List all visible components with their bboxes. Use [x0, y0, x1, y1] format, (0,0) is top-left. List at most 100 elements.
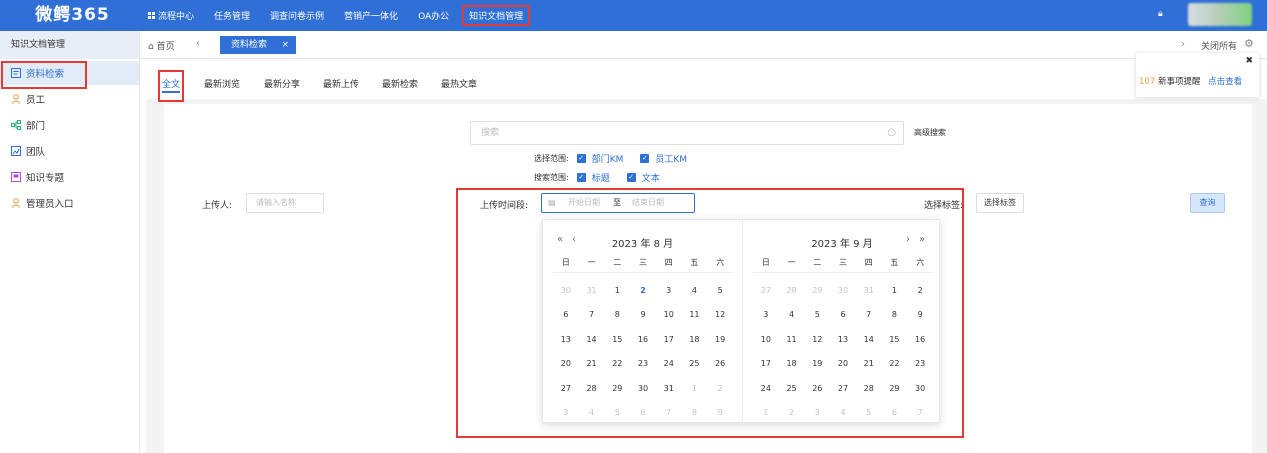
home-tab[interactable]: ⌂ 首页: [148, 39, 175, 52]
calendar-day[interactable]: 25: [682, 359, 708, 368]
calendar-day[interactable]: 28: [856, 384, 882, 393]
calendar-day[interactable]: 5: [604, 408, 630, 417]
calendar-day[interactable]: 23: [907, 359, 933, 368]
calendar-day[interactable]: 17: [753, 359, 779, 368]
lock-icon[interactable]: 🔒︎: [1158, 9, 1163, 19]
calendar-day[interactable]: 20: [830, 359, 856, 368]
calendar-day[interactable]: 19: [707, 335, 733, 344]
calendar-day[interactable]: 20: [553, 359, 579, 368]
close-icon[interactable]: ×: [281, 36, 289, 54]
calendar-day[interactable]: 10: [753, 335, 779, 344]
calendar-day[interactable]: 3: [656, 286, 682, 295]
calendar-day[interactable]: 30: [553, 286, 579, 295]
calendar-day[interactable]: 31: [579, 286, 605, 295]
search-input[interactable]: 搜索 ○: [470, 121, 904, 145]
calendar-day[interactable]: 1: [753, 408, 779, 417]
calendar-day[interactable]: 6: [882, 408, 908, 417]
tab-recent-shared[interactable]: 最新分享: [264, 77, 300, 90]
advanced-search-link[interactable]: 高级搜索: [914, 127, 946, 138]
nav-survey[interactable]: 调查问卷示例: [270, 9, 324, 22]
calendar-day[interactable]: 3: [804, 408, 830, 417]
calendar-day[interactable]: 31: [656, 384, 682, 393]
nav-marketing[interactable]: 营销产一体化: [344, 9, 398, 22]
calendar-day[interactable]: 7: [656, 408, 682, 417]
calendar-day[interactable]: 29: [604, 384, 630, 393]
calendar-day[interactable]: 7: [907, 408, 933, 417]
calendar-day[interactable]: 24: [656, 359, 682, 368]
sidebar-item-team[interactable]: 团队: [0, 139, 139, 163]
calendar-day[interactable]: 3: [553, 408, 579, 417]
calendar-day[interactable]: 1: [682, 384, 708, 393]
calendar-day[interactable]: 14: [579, 335, 605, 344]
calendar-day[interactable]: 28: [779, 286, 805, 295]
calendar-day[interactable]: 14: [856, 335, 882, 344]
calendar-day[interactable]: 7: [856, 310, 882, 319]
calendar-day[interactable]: 23: [630, 359, 656, 368]
calendar-day[interactable]: 12: [707, 310, 733, 319]
calendar-day[interactable]: 5: [856, 408, 882, 417]
tab-recent-viewed[interactable]: 最新浏览: [204, 77, 240, 90]
calendar-day[interactable]: 27: [553, 384, 579, 393]
nav-oa[interactable]: OA办公: [418, 9, 449, 22]
calendar-day[interactable]: 4: [830, 408, 856, 417]
gear-icon[interactable]: ⚙: [1244, 37, 1254, 50]
nav-knowledge[interactable]: 知识文档管理: [462, 5, 531, 26]
nav-workflow[interactable]: 流程中心: [148, 9, 194, 22]
calendar-day[interactable]: 31: [856, 286, 882, 295]
calendar-day[interactable]: 2: [779, 408, 805, 417]
checkbox-text[interactable]: ✓ 文本: [626, 171, 660, 184]
calendar-day[interactable]: 15: [604, 335, 630, 344]
calendar-day[interactable]: 4: [579, 408, 605, 417]
checkbox-title[interactable]: ✓ 标题: [576, 171, 610, 184]
avatar[interactable]: [1188, 3, 1252, 26]
calendar-day[interactable]: 5: [804, 310, 830, 319]
calendar-day[interactable]: 5: [707, 286, 733, 295]
calendar-day[interactable]: 4: [779, 310, 805, 319]
calendar-day[interactable]: 28: [579, 384, 605, 393]
calendar-day[interactable]: 29: [882, 384, 908, 393]
calendar-day[interactable]: 22: [882, 359, 908, 368]
calendar-day[interactable]: 1: [882, 286, 908, 295]
nav-tasks[interactable]: 任务管理: [214, 9, 250, 22]
calendar-day[interactable]: 2: [907, 286, 933, 295]
calendar-day[interactable]: 25: [779, 384, 805, 393]
calendar-day[interactable]: 9: [707, 408, 733, 417]
calendar-day[interactable]: 30: [907, 384, 933, 393]
calendar-day[interactable]: 17: [656, 335, 682, 344]
calendar-day[interactable]: 6: [553, 310, 579, 319]
sidebar-item-staff[interactable]: 员工: [0, 87, 139, 111]
calendar-day[interactable]: 13: [830, 335, 856, 344]
calendar-day[interactable]: 18: [682, 335, 708, 344]
calendar-day[interactable]: 11: [682, 310, 708, 319]
app-brand[interactable]: 微鳄365: [0, 0, 145, 31]
calendar-day[interactable]: 24: [753, 384, 779, 393]
uploader-input[interactable]: 请输入名称: [246, 193, 324, 213]
calendar-day[interactable]: 26: [804, 384, 830, 393]
calendar-day[interactable]: 19: [804, 359, 830, 368]
calendar-day[interactable]: 3: [753, 310, 779, 319]
tab-current[interactable]: 资料检索 ×: [220, 36, 296, 54]
search-icon[interactable]: ○: [887, 122, 896, 144]
calendar-day[interactable]: 2: [707, 384, 733, 393]
calendar-day[interactable]: 30: [630, 384, 656, 393]
query-button[interactable]: 查询: [1190, 193, 1225, 213]
tab-hot-articles[interactable]: 最热文章: [441, 77, 477, 90]
calendar-day[interactable]: 9: [907, 310, 933, 319]
checkbox-dept-km[interactable]: ✓ 部门KM: [576, 152, 623, 165]
sidebar-item-topic[interactable]: 知识专题: [0, 165, 139, 189]
calendar-day[interactable]: 29: [804, 286, 830, 295]
tab-recent-uploaded[interactable]: 最新上传: [323, 77, 359, 90]
calendar-day[interactable]: 16: [630, 335, 656, 344]
calendar-day[interactable]: 27: [830, 384, 856, 393]
close-all-button[interactable]: 关闭所有: [1201, 39, 1237, 52]
sidebar-item-department[interactable]: 部门: [0, 113, 139, 137]
chevron-left-icon[interactable]: ‹: [196, 38, 200, 49]
calendar-day[interactable]: 10: [656, 310, 682, 319]
tab-recent-searched[interactable]: 最新检索: [382, 77, 418, 90]
checkbox-staff-km[interactable]: ✓ 员工KM: [640, 152, 687, 165]
calendar-day[interactable]: 2: [630, 286, 656, 295]
calendar-day[interactable]: 15: [882, 335, 908, 344]
chevron-right-icon[interactable]: ›: [1181, 39, 1185, 50]
calendar-day[interactable]: 8: [604, 310, 630, 319]
calendar-day[interactable]: 16: [907, 335, 933, 344]
